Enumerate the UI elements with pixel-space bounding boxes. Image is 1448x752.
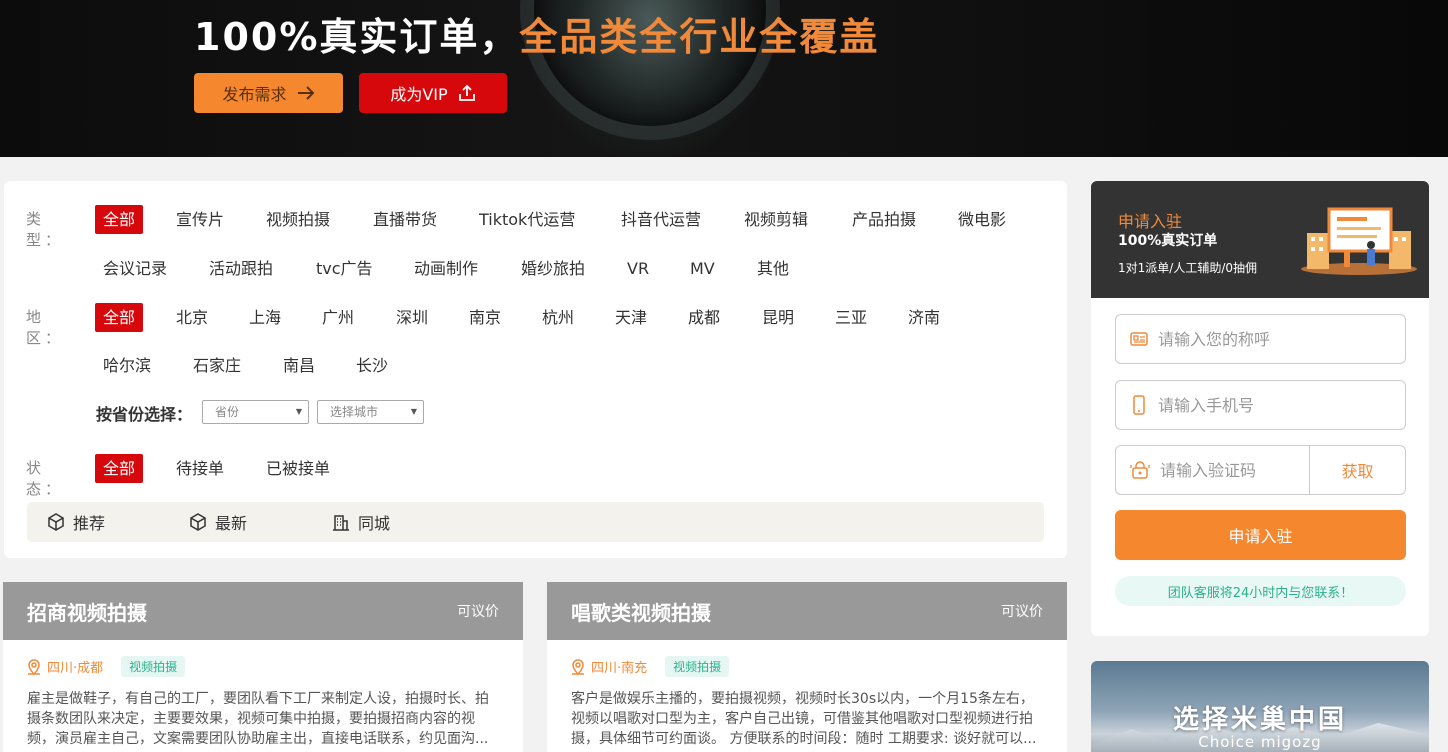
type-option[interactable]: 抖音代运营	[621, 205, 701, 234]
type-option[interactable]: tvc广告	[316, 254, 373, 283]
sort-bar: 推荐 最新 同城	[27, 502, 1044, 542]
region-option[interactable]: 济南	[908, 303, 940, 332]
apply-panel-desc: 1对1派单/人工辅助/0抽佣	[1118, 261, 1257, 275]
verification-code-field[interactable]: 获取	[1115, 445, 1406, 495]
region-option[interactable]: 石家庄	[193, 351, 241, 380]
type-option[interactable]: MV	[690, 254, 715, 283]
phone-field[interactable]	[1115, 380, 1406, 430]
promo-subtitle: Choice migozg	[1198, 733, 1322, 751]
region-option[interactable]: 昆明	[762, 303, 794, 332]
region-option[interactable]: 长沙	[356, 351, 388, 380]
get-code-button[interactable]: 获取	[1309, 446, 1405, 494]
type-option[interactable]: VR	[627, 254, 649, 283]
type-option-all[interactable]: 全部	[95, 205, 144, 234]
sort-latest[interactable]: 最新	[189, 502, 247, 542]
nickname-field[interactable]	[1115, 314, 1406, 364]
order-card[interactable]: 唱歌类视频拍摄 可议价 四川·南充 视频拍摄 客户是做娱乐主播的，要拍摄视频，视…	[547, 582, 1067, 752]
card-price: 可议价	[457, 604, 499, 620]
apply-panel-header: 申请入驻 100%真实订单 1对1派单/人工辅助/0抽佣	[1091, 181, 1429, 298]
apply-join-button[interactable]: 申请入驻	[1115, 510, 1406, 560]
type-option[interactable]: 产品拍摄	[852, 205, 916, 234]
card-header: 招商视频拍摄 可议价	[3, 582, 523, 640]
region-option[interactable]: 哈尔滨	[103, 351, 151, 380]
type-option[interactable]: 微电影	[958, 205, 1006, 234]
status-option[interactable]: 待接单	[176, 454, 224, 483]
apply-panel-subtitle: 100%真实订单	[1118, 233, 1218, 249]
filter-panel: 类 型： 全部 宣传片 视频拍摄 直播带货 Tiktok代运营 抖音代运营 视频…	[4, 181, 1067, 558]
building-illustration-icon	[1301, 207, 1417, 275]
type-option[interactable]: 婚纱旅拍	[521, 254, 585, 283]
share-upload-icon	[458, 84, 475, 101]
region-option[interactable]: 深圳	[396, 303, 428, 332]
card-description: 雇主是做鞋子，有自己的工厂，要团队看下工厂来制定人设，拍摄时长、拍摄条数团队来决…	[27, 691, 489, 747]
promo-banner[interactable]: 选择米巢中国 Choice migozg	[1091, 661, 1429, 752]
status-filter-label: 状 态：	[26, 459, 65, 498]
lock-icon	[1130, 461, 1150, 479]
apply-panel: 申请入驻 100%真实订单 1对1派单/人工辅助/0抽佣 获取	[1091, 181, 1429, 636]
type-option[interactable]: 会议记录	[103, 254, 167, 283]
status-option-all[interactable]: 全部	[95, 454, 144, 483]
mobile-phone-icon	[1133, 395, 1145, 415]
location-pin-icon	[572, 658, 584, 675]
banner-headline: 100%真实订单，全品类全行业全覆盖	[194, 15, 880, 59]
region-option[interactable]: 三亚	[835, 303, 867, 332]
region-option[interactable]: 上海	[249, 303, 281, 332]
province-select[interactable]: 省份	[202, 400, 309, 424]
become-vip-button[interactable]: 成为VIP	[359, 73, 507, 113]
type-option[interactable]: 视频拍摄	[266, 205, 330, 234]
card-tag: 视频拍摄	[121, 656, 186, 677]
promo-title: 选择米巢中国	[1172, 705, 1347, 735]
type-option[interactable]: 宣传片	[176, 205, 224, 234]
region-option[interactable]: 南昌	[283, 351, 315, 380]
region-option[interactable]: 杭州	[542, 303, 574, 332]
card-location: 四川·南充	[571, 657, 647, 676]
region-option[interactable]: 天津	[615, 303, 647, 332]
province-select-label: 按省份选择：	[96, 405, 193, 424]
nickname-input[interactable]	[1158, 329, 1358, 349]
type-option[interactable]: 活动跟拍	[209, 254, 273, 283]
card-title[interactable]: 唱歌类视频拍摄	[571, 597, 711, 626]
card-price: 可议价	[1001, 604, 1043, 620]
cube-icon	[48, 513, 64, 531]
type-option[interactable]: 视频剪辑	[744, 205, 808, 234]
region-option[interactable]: 北京	[176, 303, 208, 332]
type-option[interactable]: 直播带货	[373, 205, 437, 234]
type-filter-label: 类 型：	[26, 210, 65, 249]
region-option-all[interactable]: 全部	[95, 303, 144, 332]
arrow-right-icon	[297, 86, 314, 100]
card-description: 客户是做娱乐主播的，要拍摄视频，视频时长30s以内，一个月15条左右，视频以唱歌…	[571, 691, 1037, 747]
order-card[interactable]: 招商视频拍摄 可议价 四川·成都 视频拍摄 雇主是做鞋子，有自己的工厂，要团队看…	[3, 582, 523, 752]
card-title[interactable]: 招商视频拍摄	[27, 597, 147, 626]
type-option[interactable]: 动画制作	[414, 254, 478, 283]
publish-demand-button[interactable]: 发布需求	[194, 73, 343, 113]
sort-same-city[interactable]: 同城	[332, 502, 390, 542]
region-filter-label: 地 区：	[26, 308, 65, 347]
city-select[interactable]: 选择城市	[317, 400, 424, 424]
region-option[interactable]: 成都	[688, 303, 720, 332]
id-card-icon	[1130, 332, 1148, 346]
building-icon	[333, 515, 349, 531]
status-option[interactable]: 已被接单	[266, 454, 330, 483]
service-notice: 团队客服将24小时内与您联系！	[1115, 576, 1406, 606]
type-option[interactable]: 其他	[757, 254, 789, 283]
sort-recommend[interactable]: 推荐	[47, 502, 105, 542]
hero-banner: 100%真实订单，全品类全行业全覆盖 发布需求 成为VIP	[0, 0, 1448, 157]
cube-icon	[190, 513, 206, 531]
region-option[interactable]: 广州	[322, 303, 354, 332]
location-pin-icon	[28, 658, 40, 675]
region-option[interactable]: 南京	[469, 303, 501, 332]
type-option[interactable]: Tiktok代运营	[479, 205, 575, 234]
apply-panel-title: 申请入驻	[1118, 212, 1183, 231]
phone-input[interactable]	[1158, 395, 1358, 415]
card-location: 四川·成都	[27, 657, 103, 676]
card-tag: 视频拍摄	[665, 656, 730, 677]
card-header: 唱歌类视频拍摄 可议价	[547, 582, 1067, 640]
